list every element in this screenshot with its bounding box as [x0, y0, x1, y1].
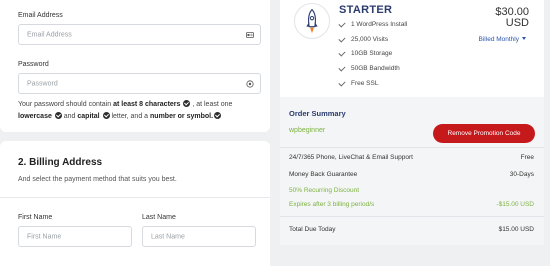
plan-feature: Free SSL	[338, 78, 379, 87]
plan-feature: 25,000 Visits	[338, 34, 389, 43]
discount-label: 50% Recurring Discount	[289, 187, 360, 194]
hint-text: letter, and a	[109, 113, 151, 120]
account-card: Email Address Email Address Password Pas…	[0, 0, 270, 132]
check-icon	[338, 34, 346, 43]
billing-cycle-dropdown[interactable]: Billed Monthly	[479, 36, 526, 43]
plan-feature-label: 10GB Storage	[351, 50, 393, 57]
check-circle-icon	[102, 112, 110, 119]
check-icon	[338, 78, 346, 87]
billing-section-subtitle: And select the payment method that suits…	[18, 176, 177, 183]
first-name-label: First Name	[18, 214, 53, 221]
order-summary-title: Order Summary	[289, 109, 346, 118]
section-divider	[0, 197, 270, 198]
line-item-value: 30-Days	[509, 171, 534, 178]
plan-price: $30.00 USD	[495, 7, 529, 29]
password-visibility-icon[interactable]	[246, 79, 254, 88]
hint-min-length: at least 8 characters	[113, 101, 181, 108]
check-circle-icon	[54, 112, 62, 119]
hint-capital: capital	[77, 113, 100, 120]
order-summary: Order Summary wpbeginner Remove Promotio…	[280, 97, 544, 245]
hint-number-symbol: number or symbol.	[150, 113, 214, 120]
remove-promotion-button[interactable]: Remove Promotion Code	[433, 124, 535, 143]
billing-cycle-label: Billed Monthly	[478, 36, 519, 43]
line-item-label: 24/7/365 Phone, LiveChat & Email Support	[289, 154, 413, 161]
chevron-down-icon	[522, 37, 526, 40]
plan-feature: 1 WordPress Install	[338, 19, 408, 28]
coupon-code: wpbeginner	[289, 127, 326, 134]
plan-feature: 10GB Storage	[338, 48, 393, 57]
password-requirements: Your password should contain at least 8 …	[18, 99, 263, 123]
check-icon	[338, 48, 346, 57]
discount-value: -$15.00 USD	[496, 201, 534, 208]
plan-feature: 50GB Bandwidth	[338, 63, 400, 72]
first-name-placeholder: First Name	[27, 233, 62, 240]
discount-note: Expires after 3 billing period/s	[289, 201, 375, 208]
summary-divider	[280, 216, 544, 217]
last-name-label: Last Name	[142, 214, 176, 221]
email-label: Email Address	[18, 12, 63, 19]
total-value: $15.00 USD	[498, 226, 534, 233]
plan-feature-label: 25,000 Visits	[351, 36, 389, 43]
plan-price-currency: USD	[505, 17, 529, 29]
hint-text: , at least one	[190, 101, 233, 108]
check-icon	[338, 63, 346, 72]
rocket-icon	[306, 8, 318, 34]
plan-logo	[294, 3, 330, 39]
check-icon	[338, 19, 346, 28]
plan-card: STARTER 1 WordPress Install 25,000 Visit…	[280, 0, 544, 97]
next-field-label	[18, 262, 58, 266]
last-name-field[interactable]: Last Name	[142, 226, 256, 247]
hint-text: and	[61, 113, 78, 120]
password-placeholder: Password	[27, 80, 58, 87]
first-name-field[interactable]: First Name	[18, 226, 132, 247]
email-placeholder: Email Address	[27, 31, 72, 38]
plan-feature-label: Free SSL	[351, 80, 379, 87]
line-item-value: Free	[520, 154, 534, 161]
password-field[interactable]: Password	[18, 73, 261, 94]
billing-section-title: 2. Billing Address	[18, 157, 103, 168]
contact-card-icon	[246, 31, 254, 38]
line-item-label: Money Back Guarantee	[289, 171, 358, 178]
plan-name: STARTER	[339, 4, 393, 16]
total-label: Total Due Today	[289, 226, 336, 233]
email-field[interactable]: Email Address	[18, 24, 261, 45]
hint-lowercase: lowercase	[18, 113, 52, 120]
summary-divider	[280, 147, 544, 148]
password-label: Password	[18, 61, 49, 68]
plan-feature-label: 50GB Bandwidth	[351, 65, 400, 72]
plan-feature-label: 1 WordPress Install	[351, 21, 408, 28]
hint-text: Your password should contain	[18, 101, 114, 108]
check-circle-icon	[214, 112, 222, 119]
last-name-placeholder: Last Name	[151, 233, 185, 240]
